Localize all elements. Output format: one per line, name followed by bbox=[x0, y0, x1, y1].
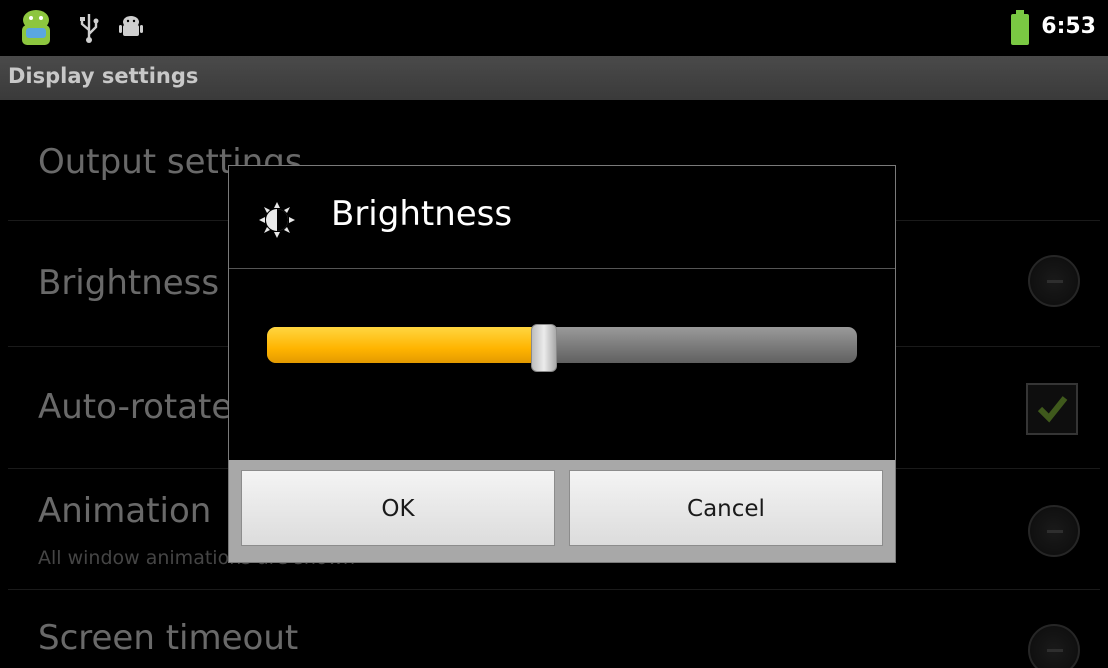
checkmark-icon bbox=[1037, 396, 1068, 423]
dialog-button-bar: OK Cancel bbox=[229, 460, 895, 562]
brightness-slider[interactable] bbox=[267, 324, 857, 372]
dialog-title: Brightness bbox=[331, 194, 513, 234]
list-item-label: Screen timeout bbox=[38, 618, 299, 658]
slider-thumb[interactable] bbox=[531, 324, 557, 372]
usb-icon bbox=[80, 14, 99, 43]
title-bar: Display settings bbox=[0, 56, 1108, 100]
brightness-icon bbox=[259, 202, 295, 238]
more-icon bbox=[1028, 255, 1080, 307]
screen: 6:53 Display settings Output settings Br… bbox=[0, 0, 1108, 668]
ok-button[interactable]: OK bbox=[241, 470, 555, 546]
more-icon bbox=[1028, 505, 1080, 557]
more-icon bbox=[1028, 624, 1080, 668]
dialog-title-bar: Brightness bbox=[229, 166, 895, 268]
dialog-divider bbox=[229, 268, 895, 269]
status-time: 6:53 bbox=[1041, 14, 1096, 39]
list-item-label: Brightness bbox=[38, 263, 220, 303]
list-item-label: Animation bbox=[38, 491, 212, 531]
status-bar: 6:53 bbox=[0, 0, 1108, 56]
android-robot-icon bbox=[22, 10, 50, 45]
list-item-screen-timeout[interactable]: Screen timeout bbox=[0, 590, 1108, 668]
cancel-button[interactable]: Cancel bbox=[569, 470, 883, 546]
auto-rotate-checkbox[interactable] bbox=[1026, 383, 1078, 435]
page-title: Display settings bbox=[8, 64, 199, 88]
slider-fill bbox=[267, 327, 544, 363]
battery-icon bbox=[1011, 10, 1029, 45]
android-debug-icon bbox=[119, 16, 143, 36]
brightness-dialog: Brightness OK Cancel bbox=[228, 165, 896, 563]
